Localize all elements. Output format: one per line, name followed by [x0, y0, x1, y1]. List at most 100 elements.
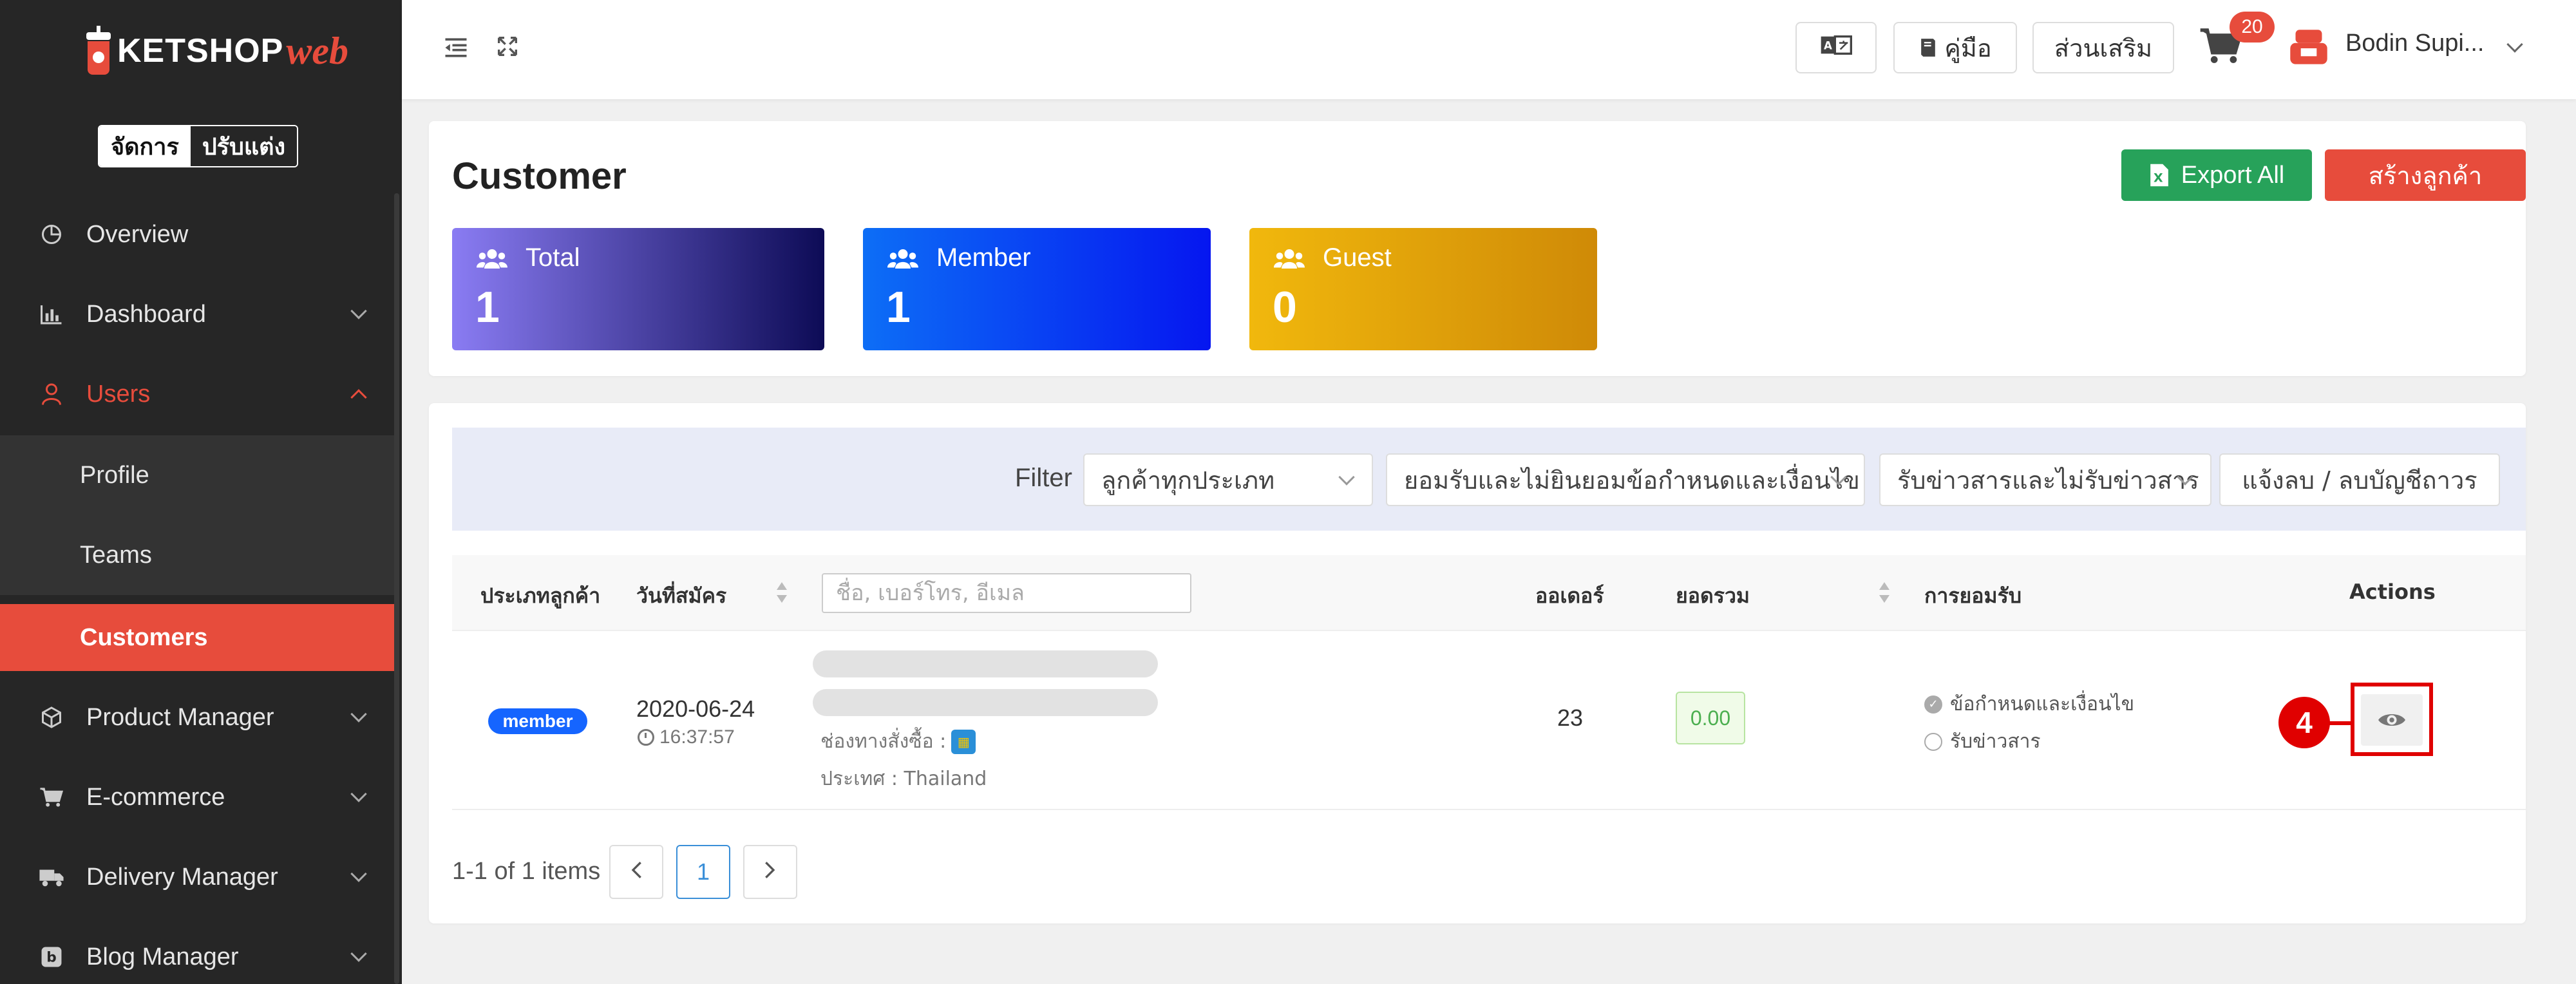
sidebar-item-label: Product Manager	[86, 703, 274, 731]
mode-customize-button[interactable]: ปรับแต่ง	[190, 126, 298, 166]
sidebar-subitem-label: Teams	[80, 541, 152, 569]
stat-title: Total	[526, 243, 580, 272]
addon-label: ส่วนเสริม	[2054, 33, 2153, 62]
book-icon	[1918, 37, 1938, 59]
sort-icon[interactable]	[775, 582, 788, 605]
addon-button[interactable]: ส่วนเสริม	[2032, 22, 2174, 73]
order-channel: ช่องทางสั่งซื้อ : ▦	[820, 726, 976, 757]
stat-value: 0	[1273, 283, 1297, 332]
column-header-register-date[interactable]: วันที่สมัคร	[636, 580, 726, 612]
create-customer-button[interactable]: สร้างลูกค้า	[2325, 149, 2526, 201]
terms-consent-select[interactable]: ยอมรับและไม่ยินยอมข้อกำหนดและเงื่อนไข	[1386, 453, 1865, 506]
chevron-left-icon	[629, 858, 643, 885]
chevron-down-icon	[350, 706, 367, 723]
logo[interactable]: KETSHOP web	[84, 22, 348, 80]
sidebar-subitem-label: Profile	[80, 461, 149, 489]
sidebar-item-ecommerce[interactable]: E-commerce	[0, 757, 394, 837]
stat-title: Member	[936, 243, 1031, 272]
sidebar-item-dashboard[interactable]: Dashboard	[0, 274, 394, 354]
mode-manage-button[interactable]: จัดการ	[99, 126, 191, 166]
view-customer-button[interactable]	[2361, 694, 2423, 746]
sidebar-subitem-profile[interactable]: Profile	[0, 435, 394, 515]
language-button[interactable]: A	[1795, 22, 1877, 73]
sidebar-item-blog-manager[interactable]: b Blog Manager	[0, 917, 394, 984]
prev-page-button[interactable]	[609, 845, 663, 899]
register-time-value: 16:37:57	[659, 726, 735, 748]
user-icon	[39, 381, 64, 407]
order-channel-label: ช่องทางสั่งซื้อ :	[820, 730, 947, 753]
mode-toggle: จัดการ ปรับแต่ง	[98, 125, 299, 167]
stat-value: 1	[475, 283, 500, 332]
column-header-orders: ออเดอร์	[1535, 583, 1604, 608]
filter-label: Filter	[1015, 464, 1072, 492]
users-icon	[1274, 247, 1305, 273]
channel-icon: ▦	[951, 729, 976, 754]
chevron-down-icon	[350, 945, 367, 962]
delete-request-button[interactable]: แจ้งลบ / ลบบัญชีถาวร	[2219, 453, 2500, 506]
step-marker: 4	[2278, 697, 2330, 748]
table-header	[452, 555, 2526, 631]
empty-circle-icon	[1924, 732, 1942, 751]
logo-suffix: web	[286, 29, 349, 72]
sidebar-subitem-customers[interactable]: Customers	[0, 604, 394, 671]
sidebar-scrollbar[interactable]	[394, 193, 399, 984]
page-title: Customer	[452, 155, 627, 197]
users-icon	[477, 247, 507, 273]
truck-icon	[39, 864, 64, 890]
sidebar-item-overview[interactable]: Overview	[0, 194, 394, 274]
consent-terms: ✓ ข้อกำหนดและเงื่อนไข	[1924, 689, 2134, 719]
step-marker-line	[2329, 721, 2352, 725]
cup-logo-icon	[84, 26, 113, 76]
next-page-button[interactable]	[743, 845, 797, 899]
eye-icon	[2377, 710, 2407, 730]
svg-text:A: A	[1824, 40, 1832, 52]
sidebar: KETSHOP web จัดการ ปรับแต่ง Overview Das…	[0, 0, 402, 984]
sidebar-subitem-label: Customers	[80, 623, 208, 651]
chevron-down-icon	[350, 786, 367, 802]
sidebar-item-users[interactable]: Users	[0, 354, 394, 434]
stat-card-member: Member 1	[863, 228, 1211, 350]
users-icon	[887, 247, 918, 273]
consent-terms-label: ข้อกำหนดและเงื่อนไข	[1950, 693, 2135, 715]
redacted-contact	[813, 689, 1158, 716]
sidebar-subitem-teams[interactable]: Teams	[0, 515, 394, 595]
create-label: สร้างลูกค้า	[2368, 161, 2483, 190]
sort-icon[interactable]	[1878, 582, 1891, 605]
sidebar-item-label: Users	[86, 380, 151, 408]
avatar[interactable]	[2282, 22, 2335, 75]
customer-search-input[interactable]	[822, 573, 1191, 613]
redacted-name[interactable]	[813, 650, 1158, 677]
manual-button[interactable]: คู่มือ	[1893, 22, 2017, 73]
export-all-button[interactable]: X Export All	[2121, 149, 2312, 201]
svg-text:b: b	[46, 950, 56, 966]
register-time: 16:37:57	[638, 726, 735, 748]
language-icon: A	[1820, 33, 1852, 62]
consent-news: รับข่าวสาร	[1924, 726, 2041, 757]
chevron-up-icon	[350, 389, 367, 406]
bar-chart-icon	[39, 301, 64, 327]
sidebar-item-delivery-manager[interactable]: Delivery Manager	[0, 837, 394, 917]
customer-type-value: ลูกค้าทุกประเภท	[1101, 466, 1275, 495]
chevron-down-icon	[350, 866, 367, 882]
user-name[interactable]: Bodin Supi...	[2345, 30, 2484, 57]
fullscreen-icon[interactable]	[495, 33, 523, 62]
news-consent-select[interactable]: รับข่าวสารและไม่รับข่าวสาร	[1879, 453, 2211, 506]
chevron-down-icon	[350, 303, 367, 319]
export-label: Export All	[2181, 161, 2285, 189]
collapse-menu-icon[interactable]	[442, 33, 470, 62]
stat-title: Guest	[1323, 243, 1392, 272]
chart-pie-icon	[39, 222, 64, 247]
consent-news-label: รับข่าวสาร	[1950, 730, 2041, 753]
logo-text: KETSHOP	[117, 32, 284, 70]
page-number-button[interactable]: 1	[676, 845, 730, 899]
stat-card-guest: Guest 0	[1249, 228, 1597, 350]
cart-icon	[39, 784, 64, 810]
check-circle-icon: ✓	[1924, 695, 1942, 714]
country: ประเทศ : Thailand	[820, 768, 987, 790]
sidebar-item-label: E-commerce	[86, 783, 225, 811]
column-header-total[interactable]: ยอดรวม	[1676, 580, 1750, 612]
customer-type-select[interactable]: ลูกค้าทุกประเภท	[1083, 453, 1373, 506]
svg-text:X: X	[2154, 171, 2163, 185]
column-header-type: ประเภทลูกค้า	[480, 583, 601, 608]
sidebar-item-product-manager[interactable]: Product Manager	[0, 677, 394, 757]
